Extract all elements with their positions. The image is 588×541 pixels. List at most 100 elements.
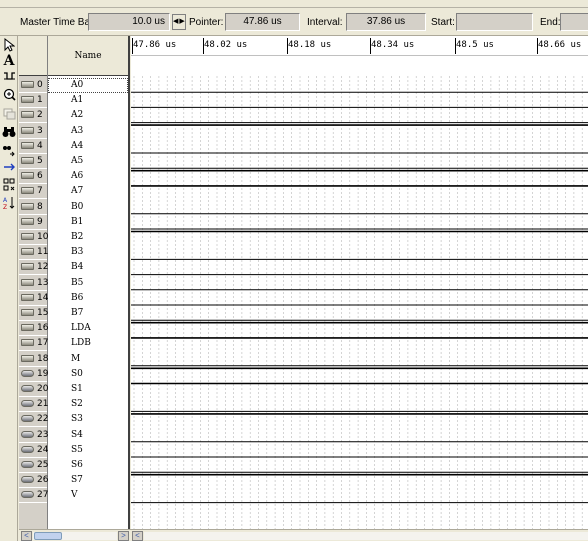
signal-name[interactable]: B6: [48, 291, 128, 306]
signal-index-row[interactable]: 7: [19, 184, 47, 200]
signal-name[interactable]: B5: [48, 276, 128, 291]
input-pin-icon: [21, 263, 34, 271]
signal-index-row[interactable]: 18: [19, 352, 49, 367]
signal-name[interactable]: A7: [48, 184, 128, 199]
signal-index-row[interactable]: 5: [19, 154, 47, 169]
signal-index-row[interactable]: 2: [19, 108, 47, 124]
signal-name[interactable]: S2: [48, 397, 128, 412]
end-label: End:: [540, 17, 561, 28]
signal-name[interactable]: LDA: [48, 321, 128, 336]
text-tool-icon[interactable]: A: [2, 54, 16, 68]
name-scroll-left-button[interactable]: <: [21, 531, 32, 541]
signal-index-row[interactable]: 21: [19, 397, 48, 413]
replace-icon[interactable]: [2, 144, 16, 158]
input-pin-icon: [21, 248, 34, 256]
signal-name[interactable]: LDB: [48, 336, 128, 351]
signal-index: 26: [37, 475, 49, 486]
signal-name[interactable]: S0: [48, 367, 128, 382]
sort-icon[interactable]: AZ: [2, 196, 16, 211]
signal-name[interactable]: B7: [48, 306, 128, 321]
fullscreen-icon[interactable]: [2, 108, 16, 122]
signal-index-row[interactable]: 20: [19, 382, 48, 397]
signal-name[interactable]: A2: [48, 108, 128, 123]
signal-index-row[interactable]: 1: [19, 93, 47, 109]
signal-index-row[interactable]: 11: [19, 245, 48, 261]
signal-index-row[interactable]: 19: [19, 367, 49, 382]
signal-index-row[interactable]: 15: [19, 306, 48, 321]
signal-index: 4: [37, 140, 43, 151]
output-pin-icon: [21, 400, 34, 408]
wave-scroll-left-button[interactable]: <: [132, 531, 143, 541]
signal-name[interactable]: B1: [48, 215, 128, 230]
signal-index: 8: [37, 201, 43, 212]
waveform-editing-icon[interactable]: [2, 70, 16, 84]
signal-index: 27: [37, 490, 49, 501]
signal-index-row[interactable]: 10: [19, 230, 48, 245]
selection-arrow-icon[interactable]: [2, 37, 16, 52]
svg-text:A: A: [3, 197, 8, 204]
signal-name[interactable]: S7: [48, 473, 128, 488]
signal-index-row[interactable]: 12: [19, 260, 48, 276]
signal-name[interactable]: B2: [48, 230, 128, 245]
signal-index-row[interactable]: 0: [19, 78, 47, 93]
signal-index: 24: [37, 444, 49, 455]
master-time-bar-label: Master Time Bar:: [20, 17, 97, 28]
regroup-icon[interactable]: [2, 178, 16, 192]
signal-name[interactable]: A1: [48, 93, 128, 108]
signal-index-row[interactable]: 3: [19, 124, 47, 139]
signal-name[interactable]: A3: [48, 124, 128, 139]
signal-index-row[interactable]: 17: [19, 336, 48, 352]
signal-index: 14: [37, 292, 49, 303]
name-column-header[interactable]: Name: [48, 36, 128, 76]
signal-name[interactable]: B4: [48, 260, 128, 275]
find-icon[interactable]: [2, 126, 16, 140]
signal-index-row[interactable]: 24: [19, 443, 49, 458]
name-scroll-right-button[interactable]: >: [118, 531, 129, 541]
signal-name[interactable]: M: [48, 352, 128, 367]
time-bar-stepper[interactable]: ◀▶: [172, 14, 186, 30]
signal-index: 19: [37, 368, 49, 379]
signal-name[interactable]: A4: [48, 139, 128, 154]
signal-name[interactable]: V: [48, 488, 128, 503]
master-time-bar-field[interactable]: 10.0 us: [88, 13, 170, 31]
signal-index-row[interactable]: 27: [19, 488, 49, 504]
signal-index-row[interactable]: 23: [19, 428, 48, 443]
start-label: Start:: [431, 17, 455, 28]
wave-scroll-trough[interactable]: [144, 532, 588, 540]
signal-index-row[interactable]: 25: [19, 458, 49, 473]
signal-name[interactable]: S1: [48, 382, 128, 397]
signal-index-row[interactable]: 13: [19, 276, 48, 291]
input-pin-icon: [21, 324, 34, 332]
name-scroll-thumb[interactable]: [34, 532, 62, 540]
signal-index-row[interactable]: 16: [19, 321, 48, 337]
time-bar: Master Time Bar: 10.0 us ◀▶ Pointer: 47.…: [0, 8, 588, 36]
signal-name[interactable]: B0: [48, 200, 128, 215]
signal-index-row[interactable]: 9: [19, 215, 47, 230]
signal-index-row[interactable]: 8: [19, 200, 47, 215]
signal-name[interactable]: S4: [48, 428, 128, 443]
signal-name[interactable]: A6: [48, 169, 128, 184]
signal-index: 0: [37, 80, 43, 90]
signal-index: 3: [37, 125, 43, 136]
signal-index: 1: [37, 95, 43, 106]
signal-index-row[interactable]: 22: [19, 412, 48, 428]
signal-index-row[interactable]: 26: [19, 473, 49, 489]
signal-index-row[interactable]: 6: [19, 169, 47, 185]
signal-name[interactable]: B3: [48, 245, 128, 260]
assign-value-icon[interactable]: [2, 162, 16, 176]
signal-index-row[interactable]: 4: [19, 139, 47, 154]
signal-name[interactable]: A5: [48, 154, 128, 169]
signal-index: 25: [37, 460, 49, 470]
waveform-area[interactable]: 47.86 us 48.02 us 48.18 us 48.34 us 48.5 us 4…: [131, 36, 588, 529]
ruler-tick-label: 48.66 us: [538, 40, 582, 50]
signal-index: 18: [37, 353, 49, 364]
zoom-icon[interactable]: [2, 88, 16, 102]
time-ruler[interactable]: 47.86 us 48.02 us 48.18 us 48.34 us 48.5 us 4…: [131, 36, 588, 56]
signal-name[interactable]: S5: [48, 443, 128, 458]
signal-name[interactable]: S3: [48, 412, 128, 427]
signal-name[interactable]: A0: [48, 78, 128, 93]
index-header: [19, 36, 47, 76]
signal-name[interactable]: S6: [48, 458, 128, 473]
signal-index-row[interactable]: 14: [19, 291, 49, 306]
start-value: [456, 13, 533, 31]
